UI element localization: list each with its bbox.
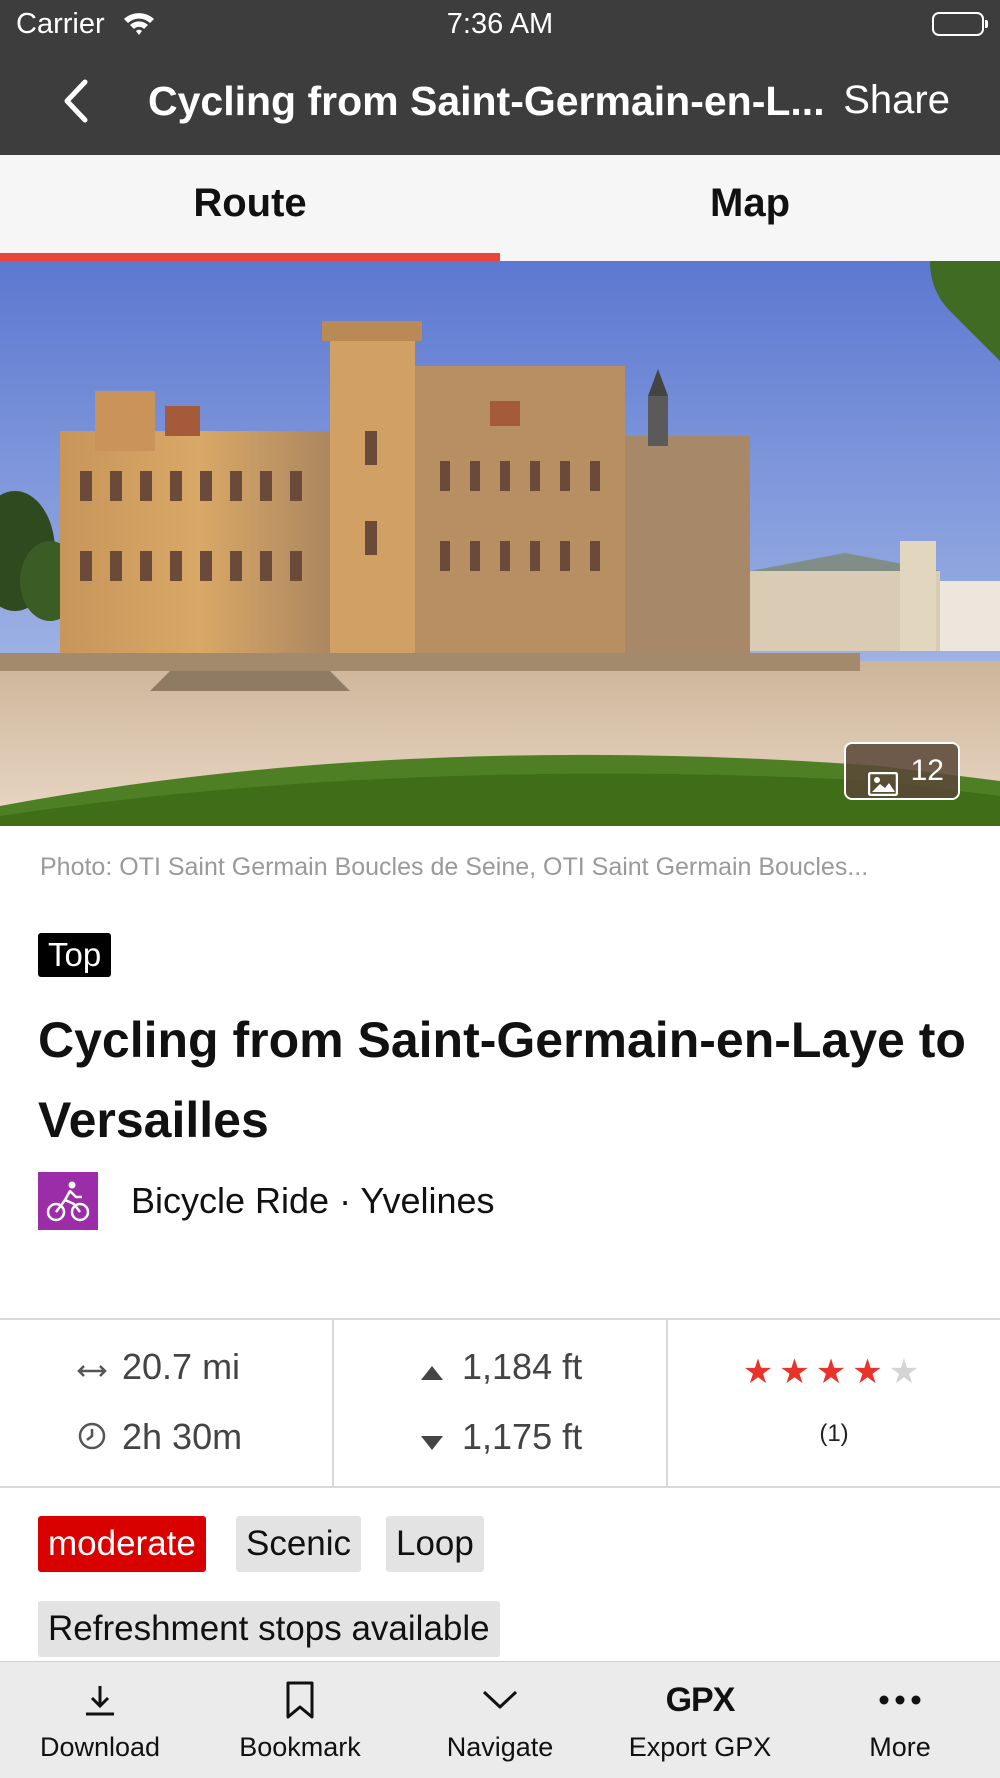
tab-map-label: Map bbox=[710, 181, 790, 225]
download-icon bbox=[0, 1678, 200, 1722]
route-stats: 20.7 mi 2h 30m 1,184 ft 1,175 ft ★★★★★ (… bbox=[0, 1318, 1000, 1488]
bicycle-icon bbox=[38, 1172, 98, 1230]
export-gpx-button[interactable]: GPX Export GPX bbox=[600, 1662, 800, 1778]
duration-value: 2h 30m bbox=[122, 1416, 243, 1457]
photo-credit: Photo: OTI Saint Germain Boucles de Sein… bbox=[40, 853, 869, 881]
elevation-column: 1,184 ft 1,175 ft bbox=[334, 1320, 668, 1486]
bookmark-label: Bookmark bbox=[239, 1732, 361, 1762]
navigate-button[interactable]: Navigate bbox=[400, 1662, 600, 1778]
share-button[interactable]: Share bbox=[843, 78, 950, 123]
chevron-left-icon bbox=[64, 79, 88, 123]
more-button[interactable]: More bbox=[800, 1662, 1000, 1778]
tag-refreshment-stops: Refreshment stops available bbox=[38, 1601, 500, 1657]
photo-count: 12 bbox=[910, 754, 944, 787]
status-bar: Carrier 7:36 AM bbox=[0, 0, 1000, 50]
hero-photo[interactable]: 12 bbox=[0, 261, 1000, 826]
gpx-icon-text: GPX bbox=[665, 1680, 736, 1719]
export-gpx-label: Export GPX bbox=[628, 1732, 772, 1762]
star-icon: ★ bbox=[815, 1353, 853, 1391]
more-label: More bbox=[869, 1732, 931, 1762]
navigation-bar: Cycling from Saint-Germain-en-L... Share bbox=[0, 50, 1000, 155]
more-icon bbox=[800, 1678, 1000, 1722]
chevron-down-icon bbox=[400, 1678, 600, 1722]
rating-column[interactable]: ★★★★★ (1) bbox=[668, 1320, 1000, 1486]
tab-selected-indicator bbox=[0, 253, 500, 261]
photo-gallery-button[interactable]: 12 bbox=[844, 742, 960, 800]
tag-scenic: Scenic bbox=[236, 1516, 362, 1572]
gpx-icon: GPX bbox=[600, 1678, 800, 1722]
rating-count: (1) bbox=[819, 1420, 849, 1447]
tab-route-label: Route bbox=[193, 181, 307, 225]
descent-value: 1,175 ft bbox=[462, 1416, 583, 1457]
clock-icon bbox=[74, 1418, 110, 1460]
star-icon: ★ bbox=[742, 1353, 780, 1391]
download-label: Download bbox=[39, 1732, 161, 1762]
nav-title: Cycling from Saint-Germain-en-L... bbox=[148, 78, 825, 124]
download-button[interactable]: Download bbox=[0, 1662, 200, 1778]
star-icon: ★ bbox=[888, 1353, 926, 1391]
tag-loop: Loop bbox=[386, 1516, 484, 1572]
tab-route[interactable]: Route bbox=[0, 155, 500, 261]
bottom-toolbar: Download Bookmark Navigate GPX Export GP… bbox=[0, 1661, 1000, 1778]
difficulty-tag: moderate bbox=[38, 1516, 206, 1572]
tab-map[interactable]: Map bbox=[500, 155, 1000, 261]
clock: 7:36 AM bbox=[446, 8, 554, 40]
star-icon: ★ bbox=[852, 1353, 889, 1391]
distance-value: 20.7 mi bbox=[122, 1346, 241, 1387]
image-icon bbox=[867, 760, 899, 814]
segment-tabs: Route Map bbox=[0, 155, 1000, 261]
ascent-stat: 1,184 ft bbox=[334, 1346, 666, 1390]
activity-type-region: Bicycle Ride · Yvelines bbox=[131, 1180, 495, 1221]
bookmark-button[interactable]: Bookmark bbox=[200, 1662, 400, 1778]
top-badge: Top bbox=[38, 933, 112, 977]
duration-stat: 2h 30m bbox=[0, 1416, 332, 1460]
distance-stat: 20.7 mi bbox=[0, 1346, 332, 1390]
route-title: Cycling from Saint-Germain-en-Laye to Ve… bbox=[38, 1012, 966, 1148]
distance-duration-column: 20.7 mi 2h 30m bbox=[0, 1320, 334, 1486]
horizontal-arrows-icon bbox=[74, 1348, 110, 1390]
back-button[interactable] bbox=[55, 76, 105, 126]
navigate-label: Navigate bbox=[446, 1732, 554, 1762]
star-rating: ★★★★★ bbox=[668, 1352, 1000, 1392]
ascent-value: 1,184 ft bbox=[462, 1346, 583, 1387]
battery-icon bbox=[932, 12, 988, 36]
triangle-down-icon bbox=[414, 1418, 450, 1460]
descent-stat: 1,175 ft bbox=[334, 1416, 666, 1460]
bookmark-icon bbox=[200, 1678, 400, 1722]
triangle-up-icon bbox=[414, 1348, 450, 1390]
star-icon: ★ bbox=[779, 1353, 816, 1391]
